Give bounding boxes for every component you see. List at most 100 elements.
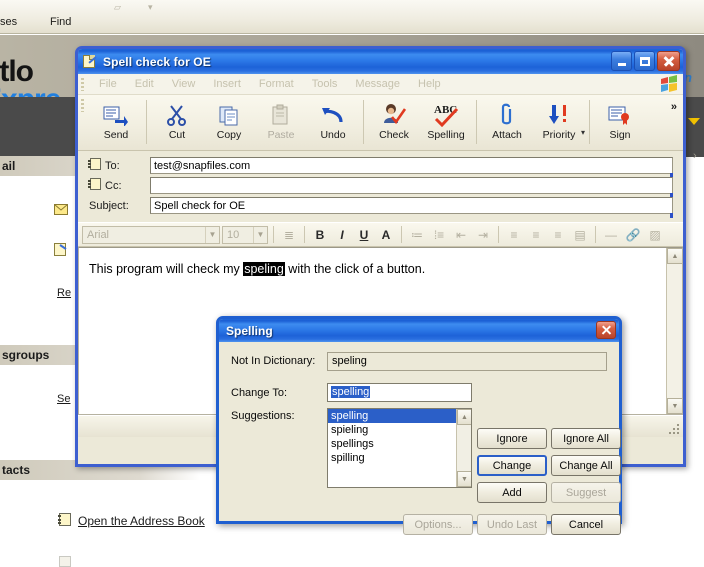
compose-window-title: Spell check for OE	[103, 54, 211, 69]
cc-input[interactable]	[150, 177, 673, 194]
font-color-icon[interactable]: A	[376, 225, 396, 244]
scroll-down-icon[interactable]: ▼	[667, 398, 682, 414]
decrease-indent-icon[interactable]: ⇤	[451, 225, 471, 244]
change-button[interactable]: Change	[477, 455, 547, 476]
list-item[interactable]: spelling	[328, 409, 471, 423]
toolbar-paste-button[interactable]: Paste	[255, 98, 307, 146]
check-names-icon	[382, 101, 406, 128]
address-book-icon[interactable]	[88, 158, 101, 173]
list-item[interactable]: spellings	[328, 437, 471, 451]
suggestions-label: Suggestions:	[231, 410, 295, 422]
increase-indent-icon[interactable]: ⇥	[473, 225, 493, 244]
toolbar-check-button[interactable]: Check	[368, 98, 420, 146]
font-name-combo[interactable]: Arial ▼	[82, 225, 220, 244]
body-vertical-scrollbar[interactable]: ▲ ▼	[666, 248, 682, 414]
background-toolbar-label-addresses[interactable]: ses	[0, 16, 17, 28]
suggestions-scrollbar[interactable]: ▲ ▼	[456, 409, 471, 487]
spelling-dialog-title: Spelling	[226, 323, 273, 338]
align-right-icon[interactable]: ≡	[548, 225, 568, 244]
horizontal-rule-icon[interactable]: —	[601, 225, 621, 244]
background-toolbar-icon-ghost: ▱	[114, 2, 121, 12]
toolbar-overflow-chevron-icon[interactable]: »	[671, 101, 677, 113]
paragraph-style-icon[interactable]: ≣	[279, 225, 299, 244]
address-book-icon[interactable]	[88, 178, 101, 193]
resize-grip-icon[interactable]	[668, 423, 681, 436]
change-to-input[interactable]: spelling	[327, 383, 472, 402]
chevron-down-icon[interactable]: ▼	[253, 226, 267, 243]
menu-help[interactable]: Help	[409, 78, 450, 90]
align-left-icon[interactable]: ≡	[504, 225, 524, 244]
body-text-after: with the click of a button.	[284, 262, 426, 276]
sign-icon	[608, 101, 632, 128]
cancel-button[interactable]: Cancel	[551, 514, 621, 535]
compose-toolbar: Send Cut Copy Paste Undo Check ABC Spell…	[78, 95, 683, 151]
list-item[interactable]: spilling	[328, 451, 471, 465]
italic-icon[interactable]: I	[332, 225, 352, 244]
close-button[interactable]	[657, 51, 680, 71]
menu-file[interactable]: File	[90, 78, 126, 90]
header-row-cc: Cc:	[88, 177, 673, 198]
to-label: To:	[105, 159, 120, 172]
background-link-read[interactable]: Re	[57, 287, 71, 299]
background-toolbar-label-find[interactable]: Find	[50, 16, 71, 28]
menu-edit[interactable]: Edit	[126, 78, 163, 90]
justify-icon[interactable]: ▤	[570, 225, 590, 244]
bulleted-list-icon[interactable]: ⁞≡	[429, 225, 449, 244]
toolbar-separator	[363, 100, 364, 144]
menu-message[interactable]: Message	[346, 78, 409, 90]
spelling-dialog-close-button[interactable]	[596, 321, 616, 339]
toolbar-priority-button[interactable]: Priority	[533, 98, 585, 146]
ignore-all-button[interactable]: Ignore All	[551, 428, 621, 449]
toolbar-grip-handle[interactable]	[81, 99, 84, 112]
menu-insert[interactable]: Insert	[204, 78, 250, 90]
underline-icon[interactable]: U	[354, 225, 374, 244]
toolbar-send-button[interactable]: Send	[90, 98, 142, 146]
scroll-up-icon[interactable]: ▲	[457, 409, 471, 425]
paste-icon	[270, 101, 292, 128]
align-center-icon[interactable]: ≡	[526, 225, 546, 244]
background-link-setup[interactable]: Se	[57, 393, 70, 405]
maximize-button[interactable]	[634, 51, 655, 71]
toolbar-copy-button[interactable]: Copy	[203, 98, 255, 146]
toolbar-undo-button[interactable]: Undo	[307, 98, 359, 146]
add-button[interactable]: Add	[477, 482, 547, 503]
ignore-button[interactable]: Ignore	[477, 428, 547, 449]
header-row-subject: Subject: Spell check for OE	[88, 197, 673, 218]
to-label-group: To:	[88, 158, 150, 173]
change-all-button[interactable]: Change All	[551, 455, 621, 476]
spelling-dialog-title-bar[interactable]: Spelling	[219, 319, 619, 342]
subject-input[interactable]: Spell check for OE	[150, 197, 673, 214]
numbered-list-icon[interactable]: ≔	[407, 225, 427, 244]
to-input[interactable]: test@snapfiles.com	[150, 157, 673, 174]
menu-tools[interactable]: Tools	[303, 78, 347, 90]
minimize-button[interactable]	[611, 51, 632, 71]
toolbar-sign-button[interactable]: Sign	[594, 98, 646, 146]
scissors-icon	[166, 101, 188, 128]
toolbar-cut-button[interactable]: Cut	[151, 98, 203, 146]
list-item[interactable]: spieling	[328, 423, 471, 437]
toolbar-spelling-button[interactable]: ABC Spelling	[420, 98, 472, 146]
undo-last-button: Undo Last	[477, 514, 547, 535]
suggestions-listbox[interactable]: spelling spieling spellings spilling ▲ ▼	[327, 408, 472, 488]
compose-title-bar[interactable]: Spell check for OE	[78, 49, 683, 74]
background-link-address-book[interactable]: Open the Address Book	[78, 514, 205, 528]
abc-spelling-icon: ABC	[432, 101, 460, 128]
scroll-down-icon[interactable]: ▼	[457, 471, 471, 487]
chevron-down-icon[interactable]: ▼	[205, 226, 219, 243]
insert-picture-icon[interactable]: ▨	[645, 225, 665, 244]
toolbar-priority-label: Priority	[542, 129, 576, 141]
toolbar-attach-button[interactable]: Attach	[481, 98, 533, 146]
insert-link-icon[interactable]: 🔗	[623, 225, 643, 244]
font-name-value: Arial	[87, 228, 110, 241]
font-size-combo[interactable]: 10 ▼	[222, 225, 268, 244]
envelope-icon	[54, 204, 68, 216]
logo-line-1: utlo	[0, 55, 34, 88]
scroll-up-icon[interactable]: ▲	[667, 248, 682, 264]
menu-grip-handle[interactable]	[81, 78, 84, 91]
format-separator	[595, 226, 596, 243]
priority-dropdown-arrow-icon[interactable]: ▾	[581, 110, 585, 137]
priority-icon	[546, 101, 572, 128]
menu-view[interactable]: View	[163, 78, 205, 90]
menu-format[interactable]: Format	[250, 78, 303, 90]
bold-icon[interactable]: B	[310, 225, 330, 244]
